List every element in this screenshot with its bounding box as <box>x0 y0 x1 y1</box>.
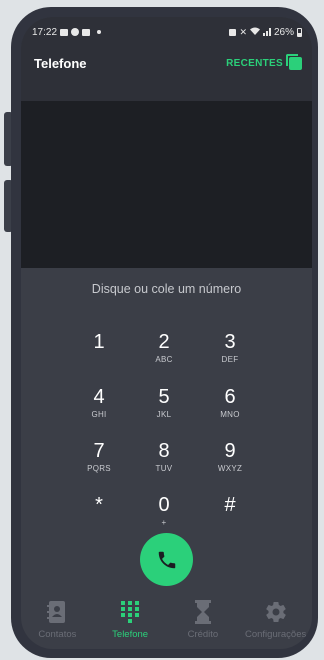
mute-icon: ✕ <box>239 26 247 37</box>
nav-credito[interactable]: Crédito <box>167 600 239 640</box>
key-digit: 6 <box>224 386 236 408</box>
key-digit: # <box>224 494 236 516</box>
key-5[interactable]: 5 JKL <box>134 386 194 430</box>
whatsapp-notification-icon <box>71 28 80 36</box>
key-letters: + <box>161 518 167 527</box>
key-letters: MNO <box>220 410 240 419</box>
battery-icon <box>297 27 302 37</box>
key-digit: 5 <box>158 386 170 408</box>
phone-icon <box>158 551 175 568</box>
nav-label: Crédito <box>187 629 219 640</box>
key-6[interactable]: 6 MNO <box>200 386 260 430</box>
key-letters: PQRS <box>87 464 111 473</box>
key-digit: 1 <box>93 331 105 353</box>
wifi-icon <box>249 27 260 38</box>
battery-percent: 26% <box>273 26 294 38</box>
app-bar: Telefone RECENTES <box>34 53 302 73</box>
nav-label: Contatos <box>38 629 77 640</box>
key-4[interactable]: 4 GHI <box>69 386 129 430</box>
dialpad-icon <box>121 601 140 623</box>
key-star[interactable]: * <box>69 494 129 538</box>
signal-icon <box>262 28 271 36</box>
key-letters: TUV <box>155 464 173 473</box>
key-1[interactable]: 1 <box>69 331 129 375</box>
nav-label: Configurações <box>244 629 307 640</box>
key-letters: ABC <box>155 355 173 364</box>
key-digit: 7 <box>93 440 105 462</box>
dial-prompt: Disque ou cole um número <box>91 282 242 296</box>
key-digit: * <box>95 494 103 516</box>
contacts-icon <box>47 601 66 623</box>
recentes-label: RECENTES <box>226 57 283 69</box>
key-7[interactable]: 7 PQRS <box>69 440 129 484</box>
nav-configuracoes[interactable]: Configurações <box>240 600 312 640</box>
key-9[interactable]: 9 WXYZ <box>200 440 260 484</box>
key-digit: 0 <box>158 494 170 516</box>
hourglass-icon <box>194 600 211 624</box>
nav-contatos[interactable]: Contatos <box>21 600 93 640</box>
number-display[interactable] <box>21 101 312 268</box>
status-bar: 17:22 ✕ 26% <box>32 21 302 43</box>
image-notification-icon <box>82 28 91 36</box>
message-notification-icon <box>60 28 69 36</box>
key-letters: WXYZ <box>217 464 243 473</box>
key-letters: GHI <box>91 410 107 419</box>
key-letters: DEF <box>221 355 239 364</box>
recentes-button[interactable]: RECENTES <box>226 53 302 70</box>
key-digit: 3 <box>224 331 236 353</box>
key-2[interactable]: 2 ABC <box>134 331 194 375</box>
status-time: 17:22 <box>32 26 58 38</box>
more-notifications-icon <box>97 30 102 34</box>
key-0[interactable]: 0 + <box>134 494 194 538</box>
key-hash[interactable]: # <box>200 494 260 538</box>
key-letters: JKL <box>156 410 172 419</box>
nav-telefone[interactable]: Telefone <box>94 600 166 640</box>
recent-calls-icon <box>286 53 302 70</box>
bottom-nav: Contatos Telefone Crédito Configurações <box>21 600 312 649</box>
key-digit: 4 <box>93 386 105 408</box>
gear-icon <box>265 602 286 623</box>
screen: 17:22 ✕ 26% Telefone RECENTES Disque ou … <box>21 17 312 649</box>
nav-label: Telefone <box>112 629 149 640</box>
key-digit: 8 <box>158 440 170 462</box>
top-bar: 17:22 ✕ 26% Telefone RECENTES <box>21 17 312 101</box>
key-digit: 2 <box>158 331 170 353</box>
key-digit: 9 <box>224 440 236 462</box>
alarm-icon <box>229 28 237 36</box>
call-button[interactable] <box>140 533 193 586</box>
key-8[interactable]: 8 TUV <box>134 440 194 484</box>
page-title: Telefone <box>34 55 87 71</box>
key-3[interactable]: 3 DEF <box>200 331 260 375</box>
